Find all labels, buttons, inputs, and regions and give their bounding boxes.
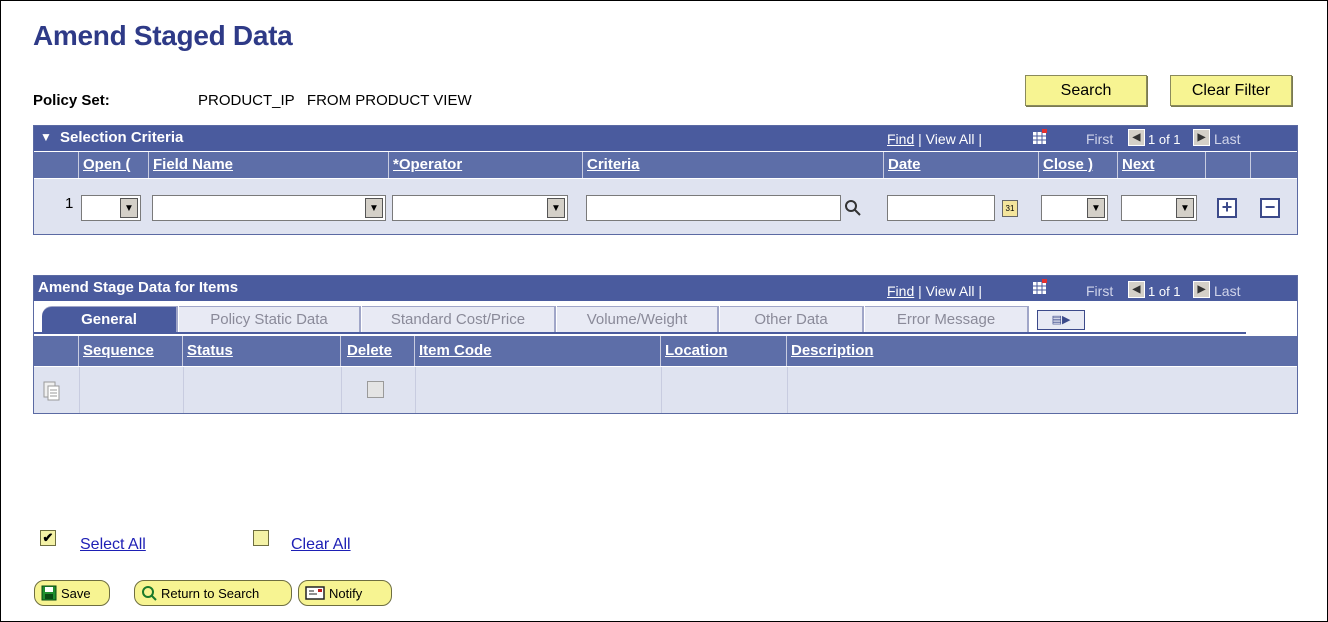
show-all-columns-icon[interactable]: ▤▶	[1037, 310, 1085, 330]
col-delete[interactable]: Delete	[341, 336, 415, 366]
date-input[interactable]	[887, 195, 995, 221]
policy-set-value: PRODUCT_IP FROM PRODUCT VIEW	[198, 92, 472, 109]
prev-arrow-icon[interactable]: ◀	[1128, 129, 1145, 146]
grid-download-icon[interactable]	[1032, 129, 1048, 145]
delete-checkbox[interactable]	[367, 381, 384, 398]
amend-row-count: 1 of 1	[1148, 284, 1181, 299]
collapse-triangle-icon[interactable]: ▼	[40, 130, 52, 144]
col-open[interactable]: Open (	[79, 152, 149, 178]
next-arrow-icon[interactable]: ▶	[1193, 129, 1210, 146]
next-select[interactable]: ▼	[1121, 195, 1197, 221]
tab-other-data[interactable]: Other Data	[720, 306, 864, 333]
notify-label: Notify	[329, 585, 363, 601]
col-description[interactable]: Description	[787, 336, 1297, 366]
return-to-search-button[interactable]: Return to Search	[134, 580, 292, 606]
policy-set-label: Policy Set:	[33, 92, 110, 109]
add-row-plus-icon[interactable]: +	[1217, 198, 1237, 218]
operator-select[interactable]: ▼	[392, 195, 568, 221]
first-label: First	[1086, 131, 1114, 147]
select-all-checkbox-icon[interactable]: ✔	[40, 530, 56, 546]
select-all-link[interactable]: Select All	[80, 536, 146, 554]
col-operator[interactable]: *Operator	[389, 152, 583, 178]
tab-volume-weight[interactable]: Volume/Weight	[557, 306, 719, 333]
field-name-select[interactable]: ▼	[152, 195, 386, 221]
tab-policy-static-data[interactable]: Policy Static Data	[179, 306, 361, 333]
clear-all-checkbox-icon[interactable]	[253, 530, 269, 546]
col-field-name[interactable]: Field Name	[149, 152, 389, 178]
amend-grid-download-icon[interactable]	[1032, 279, 1048, 295]
amend-first-label: First	[1086, 283, 1114, 299]
amend-find-link[interactable]: Find	[887, 283, 914, 299]
tab-error-message[interactable]: Error Message	[865, 306, 1029, 333]
lookup-magnifier-icon[interactable]	[844, 199, 862, 217]
clear-filter-button[interactable]: Clear Filter	[1170, 75, 1292, 106]
row-count: 1 of 1	[1148, 132, 1181, 147]
selection-criteria-title: Selection Criteria	[60, 129, 184, 146]
close-paren-select[interactable]: ▼	[1041, 195, 1108, 221]
selection-criteria-grid: ▼ Selection Criteria Find | View All | F…	[33, 125, 1298, 235]
amend-header: Sequence Status Delete Item Code Locatio…	[34, 336, 1297, 366]
notify-button[interactable]: Notify	[298, 580, 392, 606]
amend-stage-title: Amend Stage Data for Items	[38, 279, 239, 296]
tab-general[interactable]: General	[42, 306, 178, 333]
amend-row	[34, 367, 1297, 413]
view-all-link[interactable]: View All	[926, 131, 975, 147]
clear-all-link[interactable]: Clear All	[291, 536, 351, 554]
amend-stage-grid: Amend Stage Data for Items Find | View A…	[33, 275, 1298, 414]
col-next[interactable]: Next	[1118, 152, 1206, 178]
page-title: Amend Staged Data	[33, 20, 293, 51]
amend-last-label: Last	[1214, 283, 1241, 299]
calendar-icon[interactable]: 31	[1002, 200, 1018, 217]
row-detail-icon[interactable]	[42, 379, 60, 401]
tab-strip: General Policy Static Data Standard Cost…	[34, 301, 1297, 336]
col-location[interactable]: Location	[661, 336, 787, 366]
save-label: Save	[61, 585, 91, 601]
return-to-search-label: Return to Search	[161, 585, 260, 601]
return-search-magnifier-icon	[142, 586, 157, 601]
notify-envelope-icon	[305, 586, 325, 600]
search-button[interactable]: Search	[1025, 75, 1147, 106]
col-close[interactable]: Close )	[1039, 152, 1118, 178]
selection-criteria-bar: ▼ Selection Criteria Find | View All | F…	[34, 126, 1297, 151]
amend-view-all-link[interactable]: View All	[926, 283, 975, 299]
amend-prev-arrow-icon[interactable]: ◀	[1128, 281, 1145, 298]
col-sequence[interactable]: Sequence	[79, 336, 183, 366]
row-number: 1	[65, 195, 74, 212]
amend-stage-bar: Amend Stage Data for Items Find | View A…	[34, 276, 1297, 301]
selection-header: Open ( Field Name *Operator Criteria Dat…	[34, 152, 1297, 178]
tab-standard-cost-price[interactable]: Standard Cost/Price	[362, 306, 556, 333]
save-button[interactable]: Save	[34, 580, 110, 606]
col-status[interactable]: Status	[183, 336, 341, 366]
col-criteria[interactable]: Criteria	[583, 152, 884, 178]
last-label: Last	[1214, 131, 1241, 147]
save-disk-icon	[41, 585, 57, 601]
delete-row-minus-icon[interactable]: −	[1260, 198, 1280, 218]
col-item-code[interactable]: Item Code	[415, 336, 661, 366]
find-link[interactable]: Find	[887, 131, 914, 147]
col-date[interactable]: Date	[884, 152, 1039, 178]
selection-row: 1 ▼ ▼ ▼ 31 ▼ ▼ + −	[34, 179, 1297, 234]
amend-next-arrow-icon[interactable]: ▶	[1193, 281, 1210, 298]
open-paren-select[interactable]: ▼	[81, 195, 141, 221]
criteria-input[interactable]	[586, 195, 841, 221]
